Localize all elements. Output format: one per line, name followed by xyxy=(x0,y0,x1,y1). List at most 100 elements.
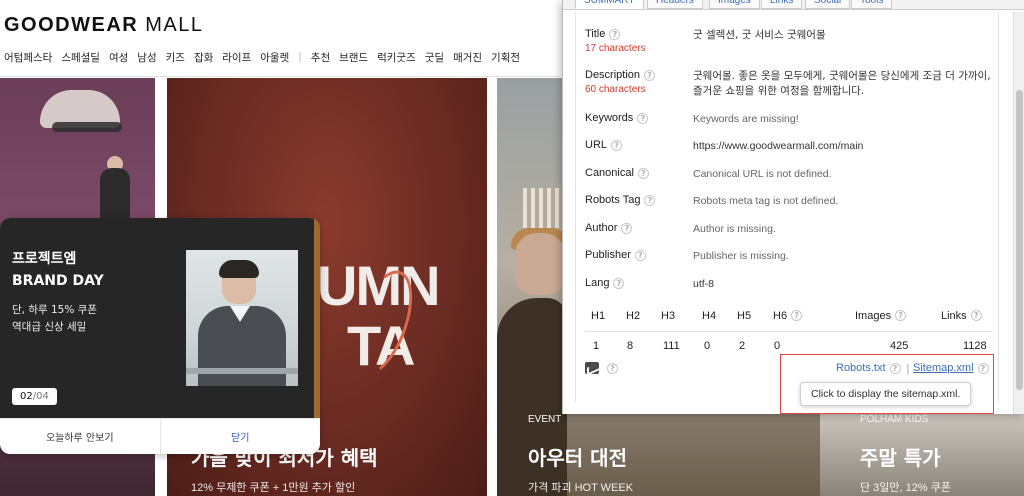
title-char-count: 17 characters xyxy=(585,43,646,54)
nav-item[interactable]: 추천 xyxy=(311,50,330,65)
help-icon[interactable]: ? xyxy=(644,194,656,206)
nav-item[interactable]: 라이프 xyxy=(222,50,251,65)
ext-tab-bar: SUMMARY Headers Images Links Social Tool… xyxy=(563,0,1024,10)
chart-icon[interactable] xyxy=(585,362,599,374)
keywords-value: Keywords are missing! xyxy=(693,113,799,125)
link-separator: | xyxy=(906,362,910,375)
keywords-label: Keywords xyxy=(585,112,634,124)
help-icon[interactable]: ? xyxy=(613,277,625,289)
h2-count: 8 xyxy=(627,340,634,352)
hide-today-button[interactable]: 오늘하루 안보기 xyxy=(0,419,160,454)
popup-title: 프로젝트엠 BRAND DAY xyxy=(12,251,104,289)
publisher-label: Publisher xyxy=(585,249,631,261)
tab-links[interactable]: Links xyxy=(761,0,803,9)
nav-item[interactable]: 스페셜딜 xyxy=(61,50,100,65)
lang-value: utf-8 xyxy=(693,278,715,290)
help-icon[interactable]: ? xyxy=(977,362,989,374)
h6-label: H6 xyxy=(773,310,788,322)
nav-item[interactable]: 브랜드 xyxy=(339,50,368,65)
robots-tag-label: Robots Tag xyxy=(585,194,641,206)
site-logo[interactable]: GOODWEAR MALL xyxy=(4,14,204,37)
title-value: 굿 셀렉션, 굿 서비스 굿웨어몰 xyxy=(693,29,826,41)
slide-counter: 02/04 xyxy=(12,388,57,405)
nav-item[interactable]: 남성 xyxy=(137,50,156,65)
h4-count: 0 xyxy=(704,340,711,352)
kids-promo: 주말 특가 단 3일만, 12% 쿠폰 xyxy=(860,442,951,495)
heading-labels-row: H1 H2 H3 H4 H5 H6? Images? Links? xyxy=(585,310,993,328)
lang-label: Lang xyxy=(585,277,610,289)
h3-count: 111 xyxy=(663,340,680,352)
outer-promo-sub: 가격 파괴 HOT WEEK xyxy=(528,482,634,494)
autumn-promo-sub: 12% 무제한 쿠폰 + 1만원 추가 할인 xyxy=(191,482,356,494)
links-label-group: Links? xyxy=(941,310,982,322)
h4-label: H4 xyxy=(702,310,717,322)
kids-tag: POLHAM KIDS xyxy=(860,414,929,425)
photo-railing xyxy=(186,368,298,374)
robots-txt-link[interactable]: Robots.txt? xyxy=(836,362,901,374)
scrollbar-thumb[interactable] xyxy=(1016,90,1023,390)
ext-scrollbar[interactable] xyxy=(1013,12,1024,414)
author-label: Author xyxy=(585,222,618,234)
h6-count: 0 xyxy=(774,340,781,352)
images-count: 425 xyxy=(890,340,909,352)
tab-social[interactable]: Social xyxy=(805,0,851,9)
help-icon[interactable]: ? xyxy=(637,112,649,124)
nav-item[interactable]: 어텀페스타 xyxy=(4,50,52,65)
tab-images[interactable]: Images xyxy=(709,0,760,9)
popup-model-photo xyxy=(186,250,298,386)
help-icon[interactable]: ? xyxy=(889,362,901,374)
help-icon[interactable]: ? xyxy=(644,69,656,81)
help-icon[interactable]: ? xyxy=(895,310,907,321)
title-label: Title xyxy=(585,28,606,40)
cap-brim-image xyxy=(52,122,122,132)
links-label: Links xyxy=(941,310,967,322)
sitemap-tooltip: Click to display the sitemap.xml. xyxy=(800,382,972,406)
tab-summary[interactable]: SUMMARY xyxy=(575,0,644,9)
nav-item[interactable]: 키즈 xyxy=(166,50,185,65)
nav-item[interactable]: 굿딜 xyxy=(425,50,444,65)
publisher-value: Publisher is missing. xyxy=(693,250,789,262)
nav-item[interactable]: 럭키굿즈 xyxy=(377,50,416,65)
help-icon[interactable]: ? xyxy=(621,222,633,234)
sitemap-xml-link[interactable]: Sitemap.xml? xyxy=(913,362,989,374)
images-label: Images xyxy=(855,310,892,322)
help-icon[interactable]: ? xyxy=(611,139,623,151)
banner-kids[interactable]: POLHAM KIDS 주말 특가 단 3일만, 12% 쿠폰 xyxy=(820,410,1024,496)
author-value: Author is missing. xyxy=(693,223,776,235)
h1-label: H1 xyxy=(591,310,606,322)
nav-item[interactable]: 잡화 xyxy=(194,50,213,65)
building-columns xyxy=(523,188,563,228)
h5-count: 2 xyxy=(739,340,746,352)
main-nav: 어텀페스타 스페셜딜 여성 남성 키즈 잡화 라이프 아울렛 | 추천 브랜드 … xyxy=(4,48,560,66)
nav-separator: | xyxy=(298,51,302,63)
kids-promo-sub: 단 3일만, 12% 쿠폰 xyxy=(860,482,951,494)
heading-table-divider xyxy=(585,331,993,332)
close-popup-button[interactable]: 닫기 xyxy=(159,419,321,454)
links-count: 1128 xyxy=(963,340,987,352)
help-icon[interactable]: ? xyxy=(791,310,803,321)
canonical-value: Canonical URL is not defined. xyxy=(693,168,832,180)
url-label: URL xyxy=(585,139,608,151)
outer-promo-title: 아우터 대전 xyxy=(528,446,627,470)
model-face xyxy=(515,233,565,295)
nav-item[interactable]: 기획전 xyxy=(491,50,520,65)
popup-footer: 오늘하루 안보기 닫기 xyxy=(0,418,320,454)
kids-promo-title: 주말 특가 xyxy=(860,446,941,470)
help-icon[interactable]: ? xyxy=(634,249,646,261)
help-icon[interactable]: ? xyxy=(609,28,621,40)
nav-item[interactable]: 여성 xyxy=(109,50,128,65)
h2-label: H2 xyxy=(626,310,641,322)
nav-item[interactable]: 매거진 xyxy=(453,50,482,65)
url-value[interactable]: https://www.goodwearmall.com/main xyxy=(693,139,993,154)
nav-divider xyxy=(0,76,560,77)
h3-label: H3 xyxy=(661,310,676,322)
popup-slide[interactable]: 프로젝트엠 BRAND DAY 단, 하루 15% 쿠폰 역대급 신상 세일 0… xyxy=(0,218,320,418)
help-icon[interactable]: ? xyxy=(970,310,982,321)
nav-item[interactable]: 아울렛 xyxy=(260,50,289,65)
popup-desc: 단, 하루 15% 쿠폰 역대급 신상 세일 xyxy=(12,304,97,333)
help-icon[interactable]: ? xyxy=(607,363,618,374)
logo-bold: GOODWEAR xyxy=(4,14,139,36)
help-icon[interactable]: ? xyxy=(637,167,649,179)
tab-headers[interactable]: Headers xyxy=(647,0,703,9)
tab-tools[interactable]: Tools xyxy=(851,0,893,9)
